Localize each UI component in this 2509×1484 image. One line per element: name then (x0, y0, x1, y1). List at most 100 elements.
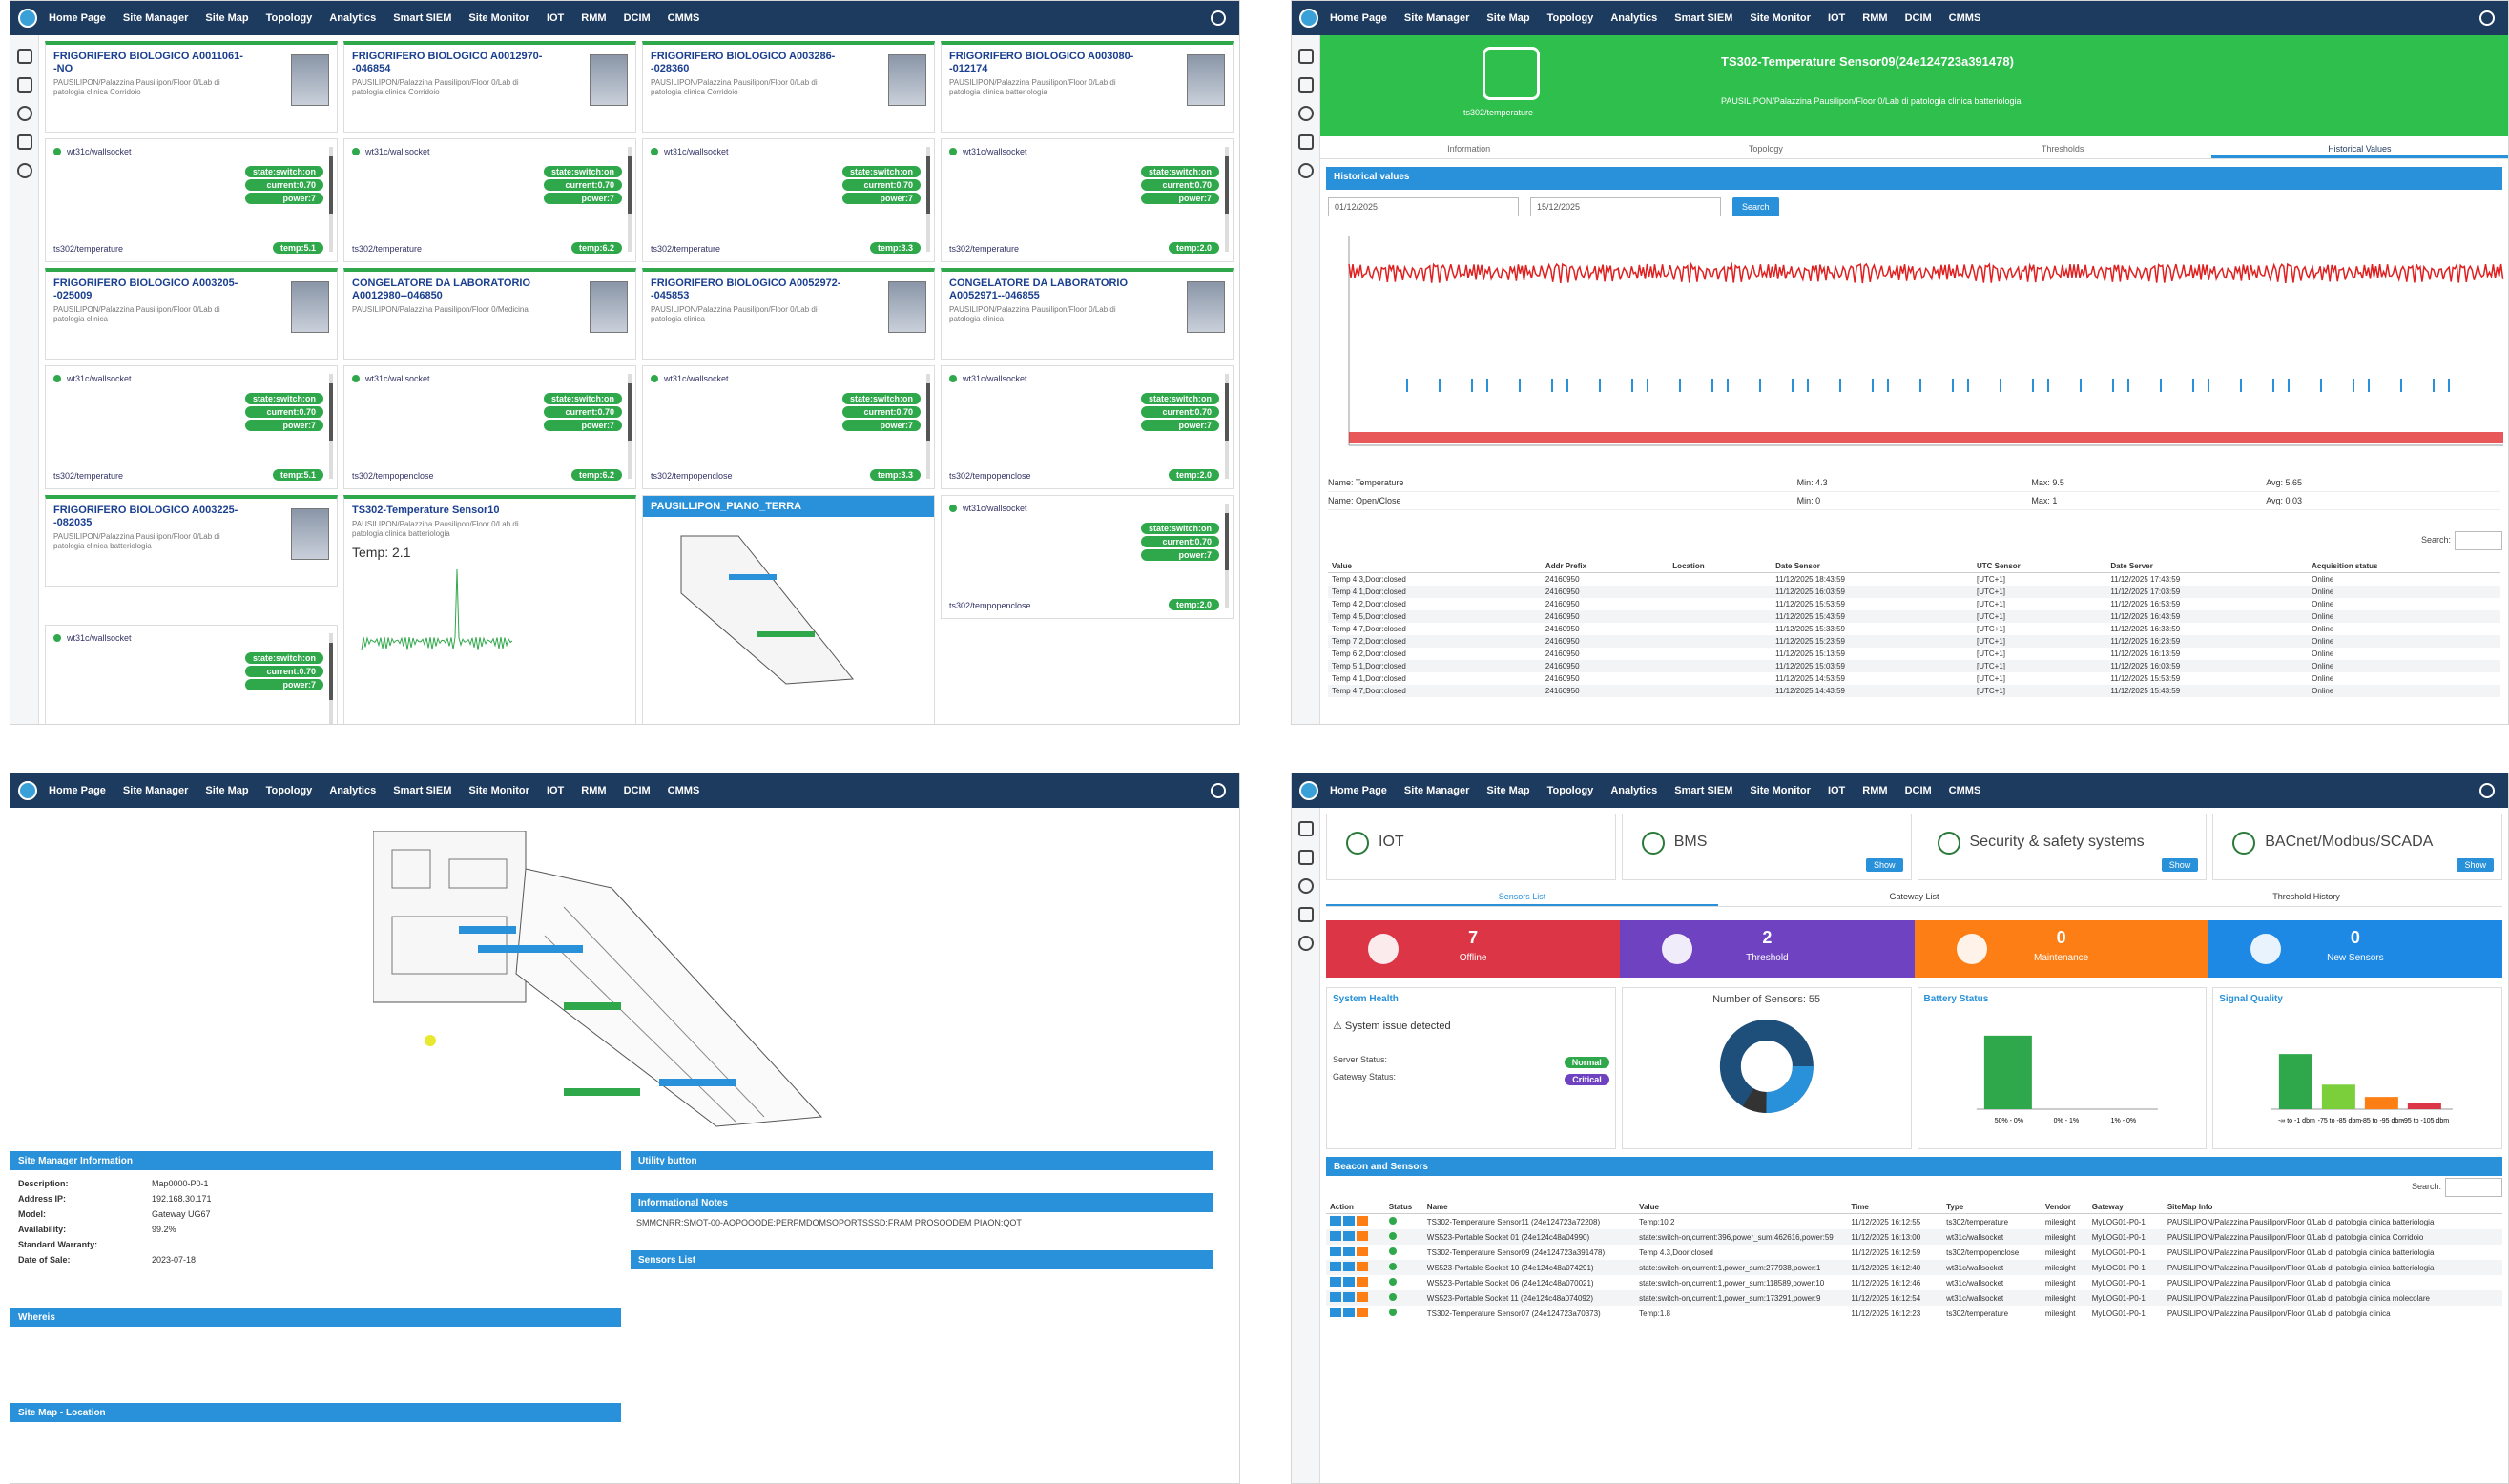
subtab[interactable]: Threshold History (2110, 886, 2502, 906)
subtab[interactable]: Gateway List (1718, 886, 2110, 906)
action-button[interactable] (1343, 1231, 1355, 1241)
grid-icon[interactable] (1298, 77, 1314, 93)
menu-item[interactable]: Site Map (205, 12, 248, 24)
navigator-strip[interactable] (1349, 432, 2503, 443)
table-row[interactable]: WS523-Portable Socket 10 (24e124c48a0742… (1326, 1260, 2502, 1275)
tab-information[interactable]: Information (1320, 138, 1617, 158)
info-icon[interactable] (1298, 936, 1314, 951)
bar[interactable] (2408, 1103, 2442, 1109)
menu-item[interactable]: RMM (581, 785, 606, 796)
menu-item[interactable]: Site Map (1486, 12, 1529, 24)
status-counter[interactable]: 7 Offline (1326, 920, 1621, 978)
menu-item[interactable]: Smart SIEM (393, 12, 451, 24)
action-button[interactable] (1330, 1308, 1341, 1317)
grid-icon[interactable] (17, 77, 32, 93)
sensor-marker[interactable] (459, 926, 516, 934)
sensor-marker[interactable] (564, 1002, 621, 1010)
menu-item[interactable]: Smart SIEM (1674, 12, 1732, 24)
sensor-card[interactable]: wt31c/wallsocket state:switch:on current:0… (642, 365, 935, 489)
action-button[interactable] (1330, 1262, 1341, 1271)
menu-item[interactable]: Site Map (205, 785, 248, 796)
menu-item[interactable]: Site Monitor (1750, 12, 1811, 24)
table-row[interactable]: WS523-Portable Socket 01 (24e124c48a0499… (1326, 1229, 2502, 1245)
sensor-card[interactable]: wt31c/wallsocket state:switch:on current:0… (343, 365, 636, 489)
menu-item[interactable]: Site Manager (1404, 785, 1469, 796)
show-button[interactable]: Show (2161, 858, 2199, 872)
menu-item[interactable]: Home Page (1330, 12, 1387, 24)
scrollbar[interactable] (1225, 374, 1229, 479)
fridge-card[interactable]: FRIGORIFERO BIOLOGICO A0011061--NO PAUSIL… (45, 41, 338, 133)
action-button[interactable] (1357, 1262, 1368, 1271)
menu-item[interactable]: CMMS (1949, 12, 1981, 24)
menu-item[interactable]: CMMS (1949, 785, 1981, 796)
menu-item[interactable]: IOT (1828, 12, 1845, 24)
menu-item[interactable]: IOT (547, 785, 564, 796)
action-button[interactable] (1330, 1247, 1341, 1256)
column-header[interactable]: SiteMap Info (2163, 1201, 2502, 1214)
status-counter[interactable]: 0 Maintenance (1914, 920, 2208, 978)
column-header[interactable]: Type (1942, 1201, 2042, 1214)
app-logo-icon[interactable] (1299, 781, 1318, 800)
floor-map-card[interactable]: PAUSILLIPON_PIANO_TERRA (642, 495, 935, 724)
action-button[interactable] (1343, 1292, 1355, 1302)
floor-plan-thumbnail[interactable] (643, 517, 891, 689)
info-icon[interactable] (17, 163, 32, 178)
search-icon[interactable] (1211, 10, 1226, 26)
menu-item[interactable]: Site Monitor (468, 12, 529, 24)
column-header[interactable]: Name (1422, 1201, 1636, 1214)
table-search-input[interactable] (2455, 531, 2502, 550)
database-icon[interactable] (1298, 907, 1314, 922)
menu-item[interactable]: Site Manager (123, 12, 188, 24)
location-pin[interactable] (425, 1035, 436, 1046)
column-header[interactable]: Date Server (2106, 560, 2309, 573)
menu-item[interactable]: IOT (547, 12, 564, 24)
menu-item[interactable]: Topology (266, 12, 313, 24)
column-header[interactable]: UTC Sensor (1972, 560, 2107, 573)
fridge-card[interactable]: FRIGORIFERO BIOLOGICO A0012970--046854 PA… (343, 41, 636, 133)
menu-item[interactable]: Smart SIEM (393, 785, 451, 796)
action-button[interactable] (1357, 1308, 1368, 1317)
scrollbar[interactable] (1225, 147, 1229, 252)
tab-historical-values[interactable]: Historical Values (2210, 138, 2508, 158)
column-header[interactable]: Value (1635, 1201, 1848, 1214)
menu-item[interactable]: Home Page (49, 12, 106, 24)
floor-plan-map[interactable] (373, 831, 869, 1136)
category-tile[interactable]: BACnet/Modbus/SCADA Show (2212, 814, 2502, 880)
menu-item[interactable]: Analytics (329, 12, 376, 24)
tab-topology[interactable]: Topology (1617, 138, 1914, 158)
app-logo-icon[interactable] (1299, 9, 1318, 28)
app-logo-icon[interactable] (18, 9, 37, 28)
sensor-card[interactable]: wt31c/wallsocket state:switch:on current:0… (343, 138, 636, 262)
menu-item[interactable]: DCIM (1905, 785, 1932, 796)
menu-item[interactable]: Topology (1547, 12, 1594, 24)
sensor-marker[interactable] (478, 945, 583, 953)
category-tile[interactable]: BMS Show (1621, 814, 1912, 880)
scrollbar[interactable] (329, 374, 333, 479)
sensor-card[interactable]: wt31c/wallsocket state:switch:on current:0… (941, 495, 1234, 619)
table-row[interactable]: WS523-Portable Socket 11 (24e124c48a0740… (1326, 1290, 2502, 1306)
settings-icon[interactable] (1298, 878, 1314, 894)
fridge-card[interactable]: FRIGORIFERO BIOLOGICO A0052972--045853 PA… (642, 268, 935, 360)
fridge-card[interactable]: FRIGORIFERO BIOLOGICO A003205--025009 PAU… (45, 268, 338, 360)
sensor-marker[interactable] (564, 1088, 640, 1096)
column-header[interactable]: Action (1326, 1201, 1385, 1214)
users-icon[interactable] (17, 49, 32, 64)
menu-item[interactable]: Home Page (1330, 785, 1387, 796)
menu-item[interactable]: CMMS (668, 785, 700, 796)
fridge-card[interactable]: CONGELATORE DA LABORATORIO A0052971--046… (941, 268, 1234, 360)
subtab[interactable]: Sensors List (1326, 886, 1718, 906)
action-button[interactable] (1330, 1277, 1341, 1287)
grid-icon[interactable] (1298, 850, 1314, 865)
action-button[interactable] (1357, 1231, 1368, 1241)
menu-item[interactable]: Site Manager (1404, 12, 1469, 24)
bar[interactable] (2279, 1054, 2313, 1109)
menu-item[interactable]: RMM (1862, 785, 1887, 796)
sensor-card[interactable]: wt31c/wallsocket state:switch:on current:0… (941, 365, 1234, 489)
column-header[interactable]: Location (1669, 560, 1773, 573)
menu-item[interactable]: Analytics (1610, 785, 1657, 796)
sensor-card[interactable]: wt31c/wallsocket state:switch:on current:0… (45, 138, 338, 262)
show-button[interactable]: Show (2457, 858, 2494, 872)
action-button[interactable] (1330, 1216, 1341, 1226)
menu-item[interactable]: RMM (581, 12, 606, 24)
info-icon[interactable] (1298, 163, 1314, 178)
